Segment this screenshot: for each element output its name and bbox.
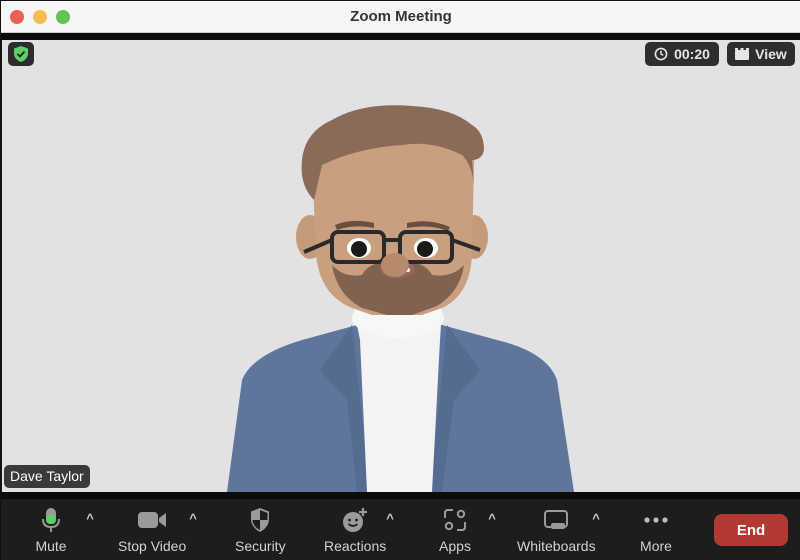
window-title: Zoom Meeting bbox=[350, 8, 452, 25]
apps-icon bbox=[444, 509, 466, 531]
view-label: View bbox=[755, 46, 787, 62]
timer-value: 00:20 bbox=[674, 46, 710, 62]
audio-options-caret[interactable]: ^ bbox=[83, 511, 97, 526]
more-dots-icon bbox=[644, 517, 668, 523]
title-bar: Zoom Meeting bbox=[1, 1, 800, 33]
video-options-caret[interactable]: ^ bbox=[186, 511, 200, 526]
apps-options-caret[interactable]: ^ bbox=[485, 511, 499, 526]
mute-label: Mute bbox=[35, 538, 67, 554]
apps-label: Apps bbox=[439, 538, 471, 554]
participant-avatar bbox=[227, 105, 574, 492]
whiteboards-button[interactable]: Whiteboards bbox=[517, 507, 596, 559]
meeting-timer: 00:20 bbox=[645, 42, 719, 66]
participant-name-tag: Dave Taylor bbox=[4, 465, 90, 488]
smiley-plus-icon bbox=[343, 508, 368, 532]
stop-video-button[interactable]: Stop Video bbox=[118, 507, 186, 559]
microphone-icon bbox=[42, 508, 60, 532]
mute-button[interactable]: Mute bbox=[34, 507, 68, 559]
title-separator bbox=[1, 33, 800, 40]
whiteboards-label: Whiteboards bbox=[517, 538, 596, 554]
video-area: 00:20 View Dave Taylor bbox=[2, 40, 800, 492]
video-camera-icon bbox=[138, 512, 167, 528]
reactions-options-caret[interactable]: ^ bbox=[383, 511, 397, 526]
more-button[interactable]: More bbox=[639, 507, 673, 559]
reactions-label: Reactions bbox=[324, 538, 387, 554]
more-label: More bbox=[640, 538, 672, 554]
encryption-badge[interactable] bbox=[8, 42, 34, 66]
reactions-button[interactable]: Reactions bbox=[324, 507, 386, 559]
view-button[interactable]: View bbox=[727, 42, 795, 66]
security-button[interactable]: Security bbox=[235, 507, 286, 559]
whiteboard-icon bbox=[544, 510, 569, 529]
apps-button[interactable]: Apps bbox=[438, 507, 472, 559]
whiteboards-options-caret[interactable]: ^ bbox=[589, 511, 603, 526]
meeting-toolbar: Mute ^ Stop Video ^ Security Reactions ^… bbox=[1, 492, 800, 560]
stop-video-label: Stop Video bbox=[118, 538, 187, 554]
shield-check-icon bbox=[14, 46, 28, 62]
end-meeting-button[interactable]: End bbox=[714, 514, 788, 546]
security-label: Security bbox=[235, 538, 286, 554]
grid-view-icon bbox=[735, 48, 750, 60]
clock-icon bbox=[654, 47, 668, 61]
zoom-meeting-window: Zoom Meeting 00:20 View Dave Taylor Mute… bbox=[0, 0, 800, 560]
shield-icon bbox=[251, 508, 270, 532]
